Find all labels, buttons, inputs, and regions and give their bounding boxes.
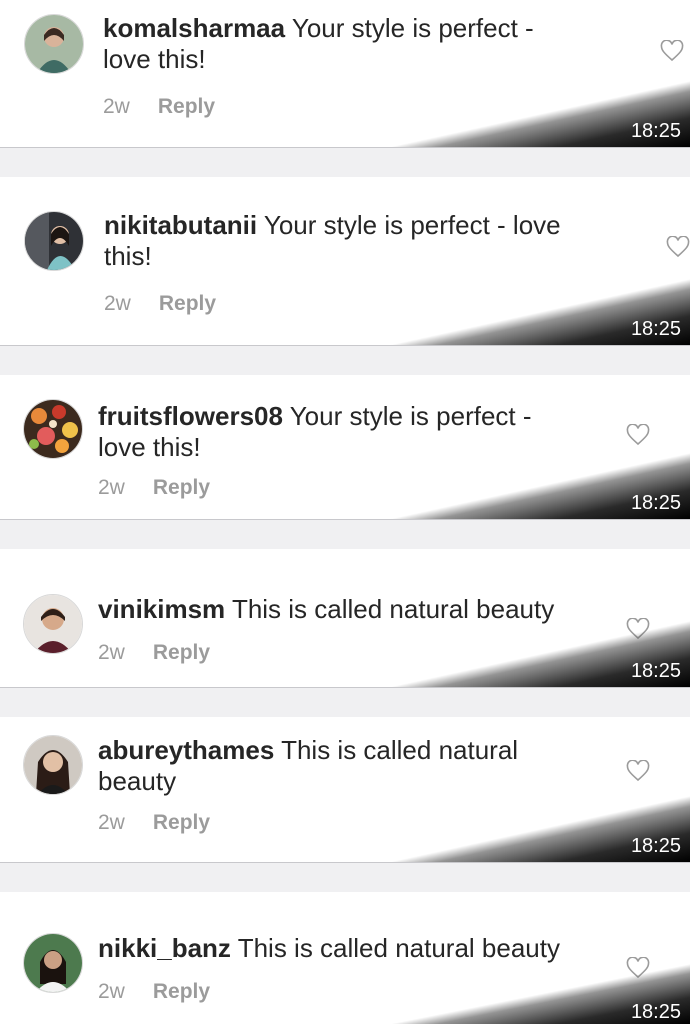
reply-button[interactable]: Reply (153, 980, 210, 1003)
heart-outline-icon[interactable] (626, 618, 650, 640)
heart-outline-icon[interactable] (626, 424, 650, 446)
heart-outline-icon[interactable] (660, 40, 684, 62)
comment-card: komalsharmaa Your style is perfect - lov… (0, 0, 690, 148)
comment-age: 2w (98, 980, 125, 1003)
comment-text: nikki_banz This is called natural beauty (98, 933, 618, 964)
comment-text: fruitsflowers08 Your style is perfect - … (98, 401, 578, 463)
user-avatar-icon[interactable] (23, 399, 83, 459)
comment-text: nikitabutanii Your style is perfect - lo… (104, 210, 584, 272)
timestamp-label: 18:25 (630, 1001, 681, 1023)
comment-body: This is called natural beauty (237, 933, 560, 963)
heart-outline-icon[interactable] (666, 236, 690, 258)
user-avatar-icon[interactable] (24, 211, 84, 271)
timestamp-label: 18:25 (630, 318, 681, 340)
user-avatar-icon[interactable] (24, 14, 84, 74)
comment-text: abureythames This is called natural beau… (98, 735, 578, 797)
comment-text: komalsharmaa Your style is perfect - lov… (103, 13, 583, 75)
comment-meta: 2w Reply (98, 980, 210, 1004)
username-link[interactable]: vinikimsm (98, 594, 225, 624)
comment-meta: 2w Reply (98, 476, 210, 500)
comment-age: 2w (104, 292, 131, 315)
timestamp-label: 18:25 (630, 492, 681, 514)
user-avatar-icon[interactable] (23, 933, 83, 993)
timestamp-label: 18:25 (630, 120, 681, 142)
comment-text: vinikimsm This is called natural beauty (98, 594, 598, 625)
comment-meta: 2w Reply (104, 292, 216, 316)
username-link[interactable]: nikki_banz (98, 933, 231, 963)
reply-button[interactable]: Reply (159, 292, 216, 315)
username-link[interactable]: fruitsflowers08 (98, 401, 283, 431)
comment-body: This is called natural beauty (231, 594, 555, 624)
comment-age: 2w (103, 95, 130, 118)
comment-meta: 2w Reply (98, 641, 210, 665)
comment-meta: 2w Reply (98, 811, 210, 835)
comment-card: nikki_banz This is called natural beauty… (0, 892, 690, 1024)
timestamp-label: 18:25 (630, 835, 681, 857)
comment-card: abureythames This is called natural beau… (0, 717, 690, 863)
reply-button[interactable]: Reply (153, 811, 210, 834)
comment-meta: 2w Reply (103, 95, 215, 119)
comment-card: vinikimsm This is called natural beauty … (0, 549, 690, 688)
reply-button[interactable]: Reply (158, 95, 215, 118)
timestamp-label: 18:25 (630, 660, 681, 682)
reply-button[interactable]: Reply (153, 476, 210, 499)
comment-age: 2w (98, 476, 125, 499)
comment-card: nikitabutanii Your style is perfect - lo… (0, 177, 690, 346)
comment-age: 2w (98, 811, 125, 834)
heart-outline-icon[interactable] (626, 760, 650, 782)
username-link[interactable]: nikitabutanii (104, 210, 257, 240)
user-avatar-icon[interactable] (23, 594, 83, 654)
username-link[interactable]: komalsharmaa (103, 13, 285, 43)
heart-outline-icon[interactable] (626, 957, 650, 979)
reply-button[interactable]: Reply (153, 641, 210, 664)
user-avatar-icon[interactable] (23, 735, 83, 795)
comment-age: 2w (98, 641, 125, 664)
comment-card: fruitsflowers08 Your style is perfect - … (0, 375, 690, 520)
username-link[interactable]: abureythames (98, 735, 274, 765)
